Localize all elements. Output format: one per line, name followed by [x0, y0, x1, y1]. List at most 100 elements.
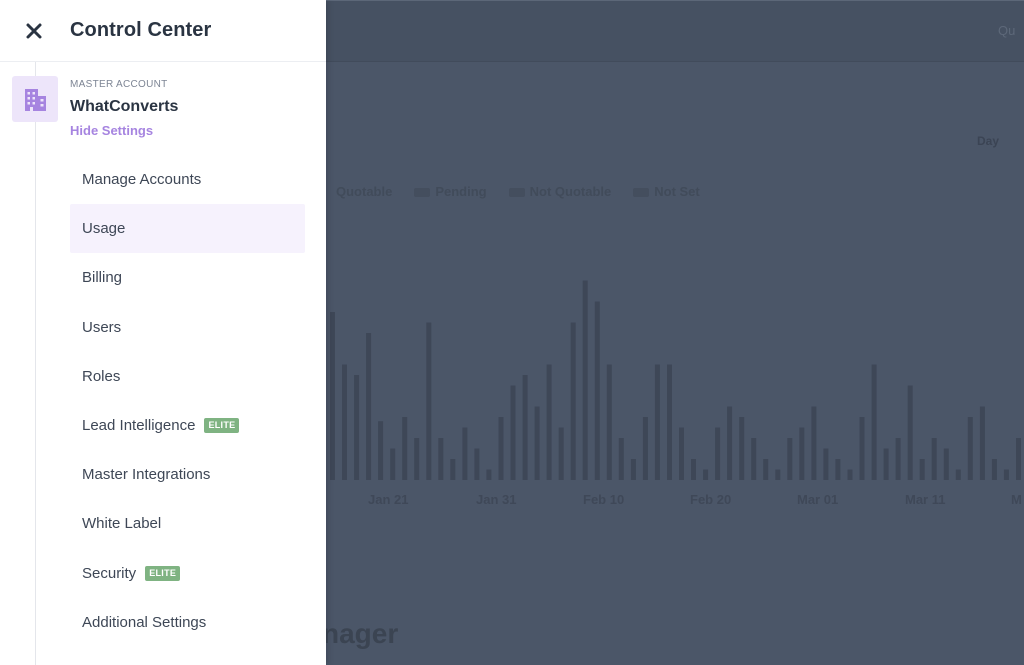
- legend-text: Not Quotable: [529, 184, 612, 199]
- background-bar: [979, 406, 985, 480]
- legend-swatch: [633, 188, 650, 198]
- menu-item-billing[interactable]: Billing: [70, 253, 305, 302]
- background-bar: [859, 417, 865, 480]
- background-bar: [751, 438, 757, 480]
- background-bar: [919, 459, 925, 480]
- background-bar: [414, 438, 420, 480]
- menu-item-roles[interactable]: Roles: [70, 352, 305, 401]
- account-name: WhatConverts: [70, 98, 179, 115]
- menu-item-white-label[interactable]: White Label: [70, 499, 305, 548]
- account-avatar: [12, 76, 58, 122]
- menu-item-label: Users: [82, 318, 122, 336]
- background-bar: [811, 406, 817, 480]
- x-tick-label: M: [1011, 492, 1022, 507]
- legend-text: Pending: [435, 184, 487, 199]
- background-bar: [907, 385, 913, 480]
- background-bar: [931, 438, 937, 480]
- background-bar: [618, 438, 624, 480]
- legend-item: Quotable: [336, 184, 392, 199]
- background-bar: [354, 375, 360, 480]
- menu-item-label: Billing: [82, 269, 123, 287]
- background-bar: [390, 448, 396, 480]
- background-bar: [823, 448, 829, 480]
- background-bar: [474, 448, 480, 480]
- legend-item: Not Quotable: [508, 184, 612, 199]
- menu-item-usage[interactable]: Usage: [70, 204, 305, 254]
- background-bar: [654, 364, 660, 480]
- elite-badge: ELITE: [145, 565, 181, 581]
- chart-legend: Quotable Pending Not Quotable Not Set: [336, 184, 700, 199]
- background-bar: [955, 469, 961, 480]
- background-bar: [606, 364, 612, 480]
- close-button[interactable]: [22, 19, 46, 43]
- background-bar: [943, 448, 949, 480]
- background-bar: [510, 385, 516, 480]
- background-bar: [594, 301, 600, 480]
- elite-badge: ELITE: [204, 418, 240, 434]
- background-bar: [342, 364, 347, 480]
- background-nav-item: Qu: [998, 23, 1016, 38]
- background-bar: [763, 459, 769, 480]
- menu-item-label: Roles: [82, 367, 121, 385]
- background-bar: [486, 469, 492, 480]
- building-icon: [25, 89, 46, 111]
- background-bar: [691, 459, 696, 480]
- menu-item-label: Lead Intelligence: [82, 417, 196, 435]
- menu-item-label: Security: [82, 564, 137, 582]
- background-bar: [895, 438, 901, 480]
- x-tick-label: Mar 01: [797, 492, 839, 507]
- background-bar: [570, 322, 576, 480]
- background-bar: [582, 280, 588, 480]
- menu-item-label: Additional Settings: [82, 613, 207, 631]
- menu-item-master-integrations[interactable]: Master Integrations: [70, 450, 305, 499]
- menu-item-label: Manage Accounts: [82, 171, 202, 189]
- menu-item-label: Usage: [82, 220, 126, 238]
- background-bar: [679, 427, 684, 480]
- background-bar: [366, 333, 372, 480]
- background-bar: [534, 406, 540, 480]
- drawer-header: Control Center: [0, 0, 326, 62]
- control-center-drawer: Control Center MASTER ACCOUNT WhatConver…: [0, 0, 326, 665]
- legend-swatch: [508, 188, 525, 198]
- menu-item-manage-accounts[interactable]: Manage Accounts: [70, 155, 305, 204]
- background-bar: [402, 417, 408, 480]
- background-bar: [426, 322, 432, 480]
- legend-item: Not Set: [633, 184, 700, 199]
- background-bar: [787, 438, 793, 480]
- background-bar: [1003, 469, 1009, 480]
- background-bar: [799, 427, 805, 480]
- background-bar: [546, 364, 552, 480]
- settings-menu: Manage Accounts Usage Billing Users Role…: [70, 155, 305, 647]
- background-bar: [883, 448, 889, 480]
- menu-item-label: White Label: [82, 515, 162, 533]
- background-bar: [522, 375, 528, 480]
- background-bar: [642, 417, 648, 480]
- background-bar: [871, 364, 877, 480]
- background-bar: [739, 417, 745, 480]
- legend-text: Quotable: [336, 184, 393, 199]
- x-tick-label: Jan 21: [368, 492, 409, 507]
- background-bar: [715, 427, 721, 480]
- x-tick-label: Feb 10: [583, 492, 625, 507]
- background-section-heading: nager: [322, 618, 399, 649]
- hide-settings-link[interactable]: Hide Settings: [70, 123, 153, 138]
- menu-item-additional-settings[interactable]: Additional Settings: [70, 598, 305, 647]
- x-tick-label: Feb 20: [690, 492, 732, 507]
- menu-item-label: Master Integrations: [82, 466, 211, 484]
- background-bar: [378, 421, 384, 480]
- close-icon: [26, 23, 42, 39]
- background-bar: [703, 469, 709, 480]
- x-tick-label: Mar 11: [905, 492, 946, 507]
- background-bar: [438, 438, 444, 480]
- background-bar: [450, 459, 456, 480]
- drawer-title: Control Center: [70, 19, 212, 41]
- menu-item-users[interactable]: Users: [70, 303, 305, 352]
- legend-item: Pending: [414, 184, 487, 199]
- menu-item-lead-intelligence[interactable]: Lead Intelligence ELITE: [70, 401, 305, 450]
- background-bar: [847, 469, 853, 480]
- x-tick-label: Jan 31: [476, 492, 517, 507]
- background-bar: [667, 364, 672, 480]
- menu-item-security[interactable]: Security ELITE: [70, 549, 305, 598]
- legend-text: Not Set: [654, 184, 700, 199]
- background-bar: [967, 417, 973, 480]
